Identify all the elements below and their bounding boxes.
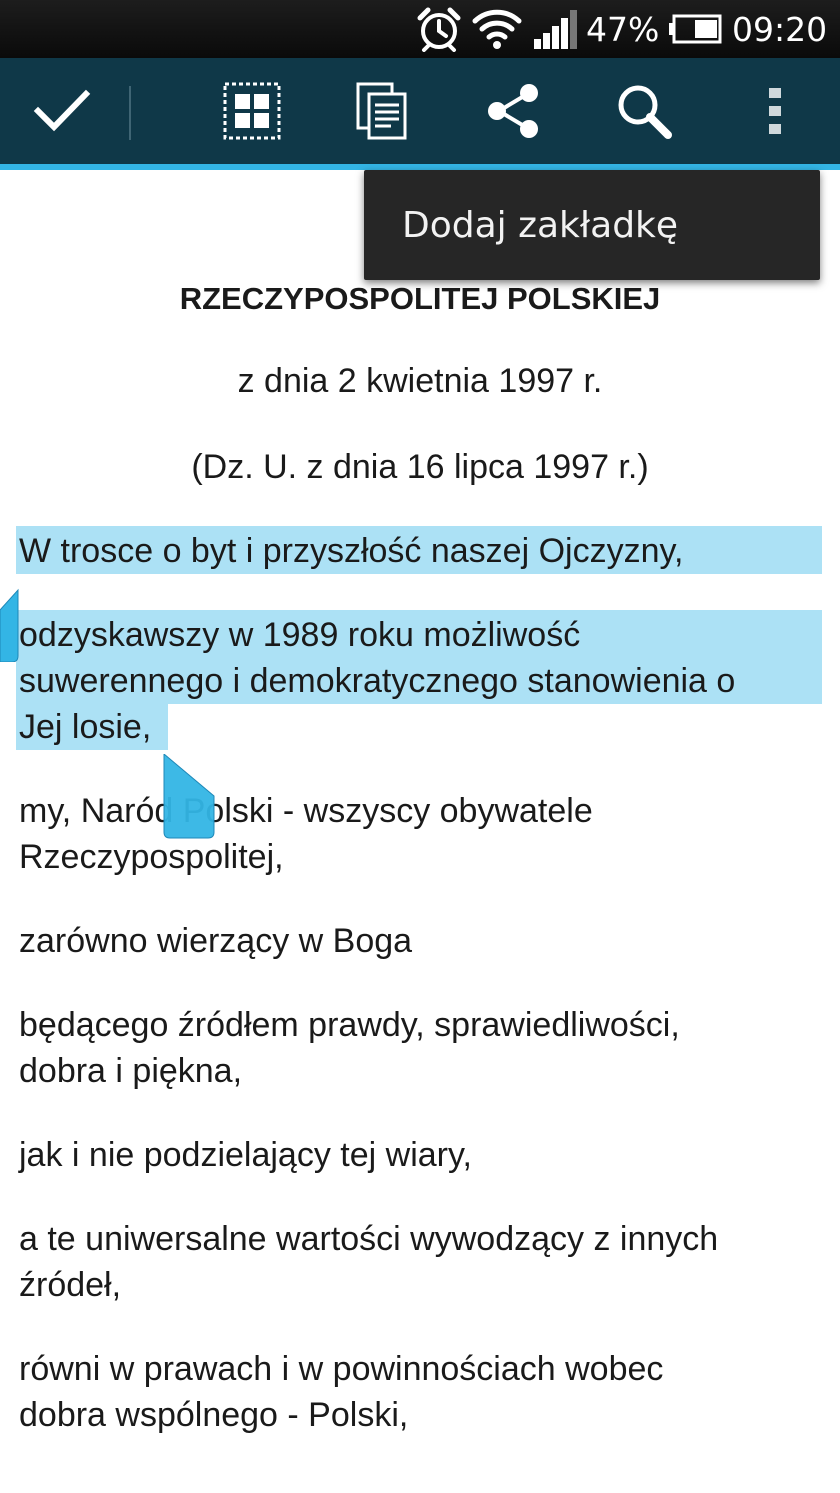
paragraph-line: odzyskawszy w 1989 roku możliwość [19, 616, 581, 654]
share-button[interactable] [448, 58, 578, 164]
paragraph-line: będącego źródłem prawdy, sprawiedliwości… [19, 1006, 680, 1044]
paragraph-line: Rzeczypospolitej, [19, 838, 284, 876]
clock: 09:20 [732, 0, 827, 58]
clock-time: 09:20 [732, 9, 828, 49]
screen: 47% 09:20 RZECZYPOSPOLITEJ POLSKIEJ z dn… [0, 0, 840, 1493]
selection-end-handle[interactable] [162, 752, 216, 845]
menu-item-add-bookmark[interactable]: Dodaj zakładkę [402, 205, 678, 246]
status-bar: 47% 09:20 [0, 0, 840, 58]
overflow-popup-menu: Dodaj zakładkę [364, 170, 820, 280]
action-bar-divider [129, 86, 131, 140]
paragraph-line: Jej losie, [19, 708, 152, 746]
paragraph-line: równi w prawach i w powinnościach wobec [19, 1350, 664, 1388]
paragraph-line: suwerennego i demokratycznego stanowieni… [19, 662, 736, 700]
paragraph-line: jak i nie podzielający tej wiary, [19, 1136, 472, 1174]
checkmark-icon [33, 89, 91, 132]
battery-percent: 47% [586, 0, 659, 58]
document-date-line: z dnia 2 kwietnia 1997 r. [237, 362, 603, 400]
share-icon [488, 84, 538, 138]
paragraph-line: dobra wspólnego - Polski, [19, 1396, 409, 1434]
cell-signal-icon [532, 0, 580, 58]
wifi-icon [472, 0, 524, 58]
paragraph-line: my, Naród Polski - wszyscy obywatele [19, 792, 593, 830]
paragraph-line: W trosce o byt i przyszłość naszej Ojczy… [19, 532, 684, 570]
done-button[interactable] [0, 58, 124, 164]
more-vert-icon [769, 88, 781, 134]
paragraph-line: dobra i piękna, [19, 1052, 243, 1090]
selection-start-handle[interactable] [0, 586, 20, 667]
battery-icon [668, 0, 724, 58]
select-all-button[interactable] [188, 58, 316, 164]
contextual-action-bar [0, 58, 840, 170]
search-icon [618, 85, 672, 139]
copy-icon [356, 82, 407, 140]
paragraph-line: zarówno wierzący w Boga [19, 922, 413, 960]
overflow-menu-button[interactable] [716, 58, 834, 164]
copy-button[interactable] [318, 58, 446, 164]
select-all-icon [223, 82, 281, 140]
document-journal-line: (Dz. U. z dnia 16 lipca 1997 r.) [191, 448, 649, 486]
paragraph-line: źródeł, [19, 1266, 122, 1304]
alarm-clock-icon [416, 0, 464, 58]
battery-percent-label: 47% [586, 9, 660, 49]
paragraph-line: a te uniwersalne wartości wywodzący z in… [19, 1220, 719, 1258]
search-button[interactable] [580, 58, 708, 164]
document-title-line2: RZECZYPOSPOLITEJ POLSKIEJ [179, 281, 661, 316]
